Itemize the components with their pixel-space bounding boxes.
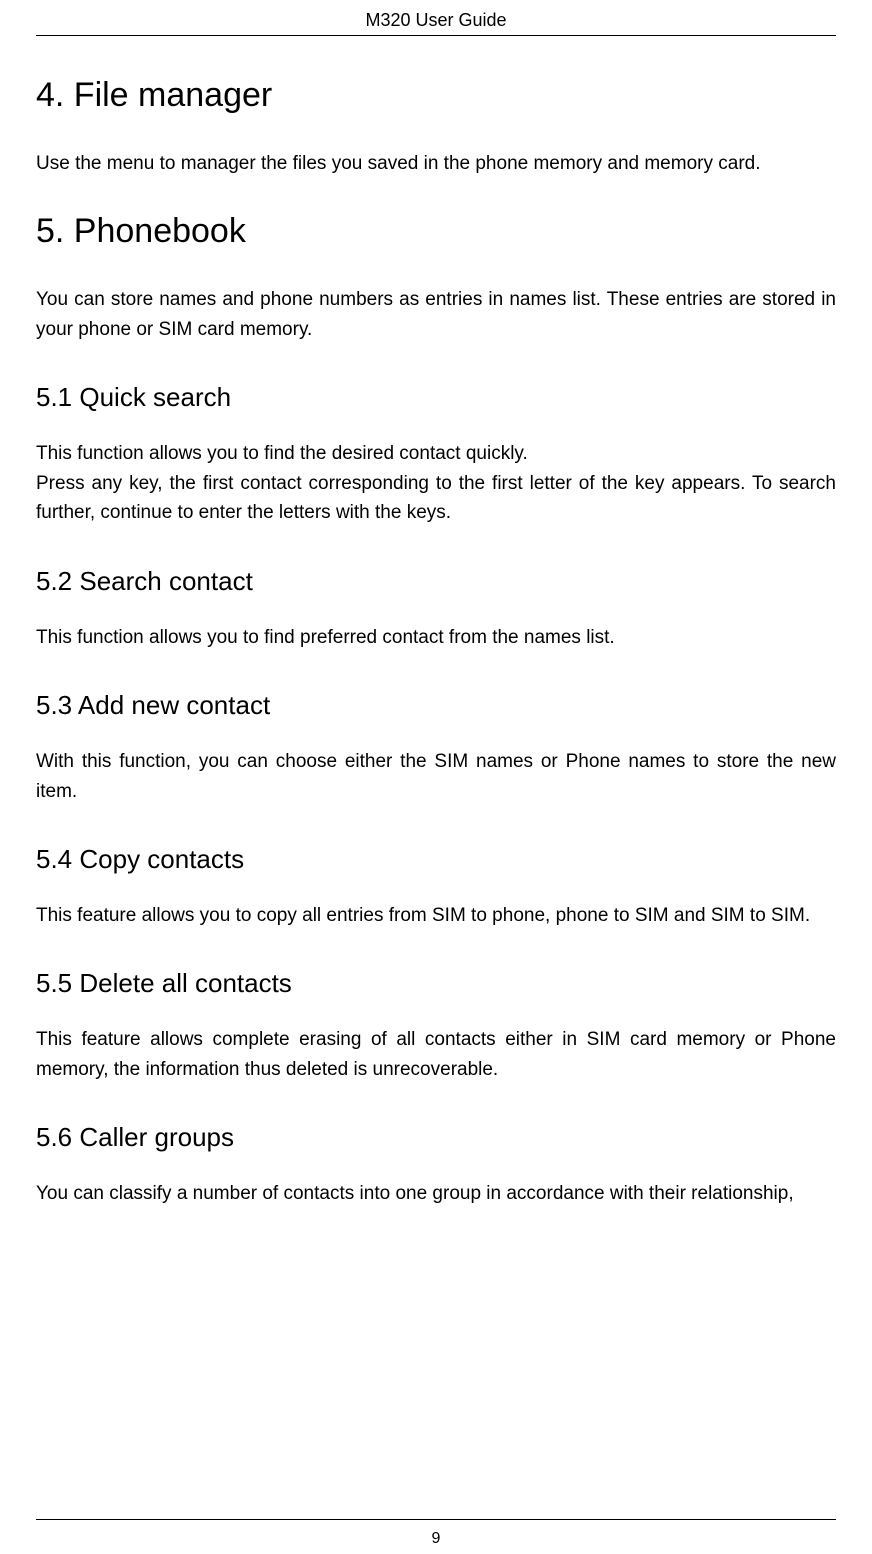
body-file-manager: Use the menu to manager the files you sa… (36, 149, 836, 178)
body-quick-search-2: Press any key, the first contact corresp… (36, 469, 836, 528)
heading-search-contact: 5.2 Search contact (36, 566, 836, 597)
footer-rule (36, 1519, 836, 1520)
body-copy-contacts: This feature allows you to copy all entr… (36, 901, 836, 930)
page-header: M320 User Guide (36, 10, 836, 35)
body-delete-all-contacts: This feature allows complete erasing of … (36, 1025, 836, 1084)
heading-file-manager: 4. File manager (36, 76, 836, 115)
heading-delete-all-contacts: 5.5 Delete all contacts (36, 968, 836, 999)
heading-add-new-contact: 5.3 Add new contact (36, 690, 836, 721)
document-page: M320 User Guide 4. File manager Use the … (0, 0, 872, 1554)
body-caller-groups: You can classify a number of contacts in… (36, 1179, 836, 1208)
body-phonebook: You can store names and phone numbers as… (36, 285, 836, 344)
heading-copy-contacts: 5.4 Copy contacts (36, 844, 836, 875)
heading-quick-search: 5.1 Quick search (36, 382, 836, 413)
page-number: 9 (0, 1530, 872, 1548)
footer-rule-wrap (36, 1519, 836, 1520)
body-quick-search-1: This function allows you to find the des… (36, 439, 836, 468)
header-rule (36, 35, 836, 36)
body-add-new-contact: With this function, you can choose eithe… (36, 747, 836, 806)
heading-phonebook: 5. Phonebook (36, 212, 836, 251)
body-search-contact: This function allows you to find preferr… (36, 623, 836, 652)
heading-caller-groups: 5.6 Caller groups (36, 1122, 836, 1153)
